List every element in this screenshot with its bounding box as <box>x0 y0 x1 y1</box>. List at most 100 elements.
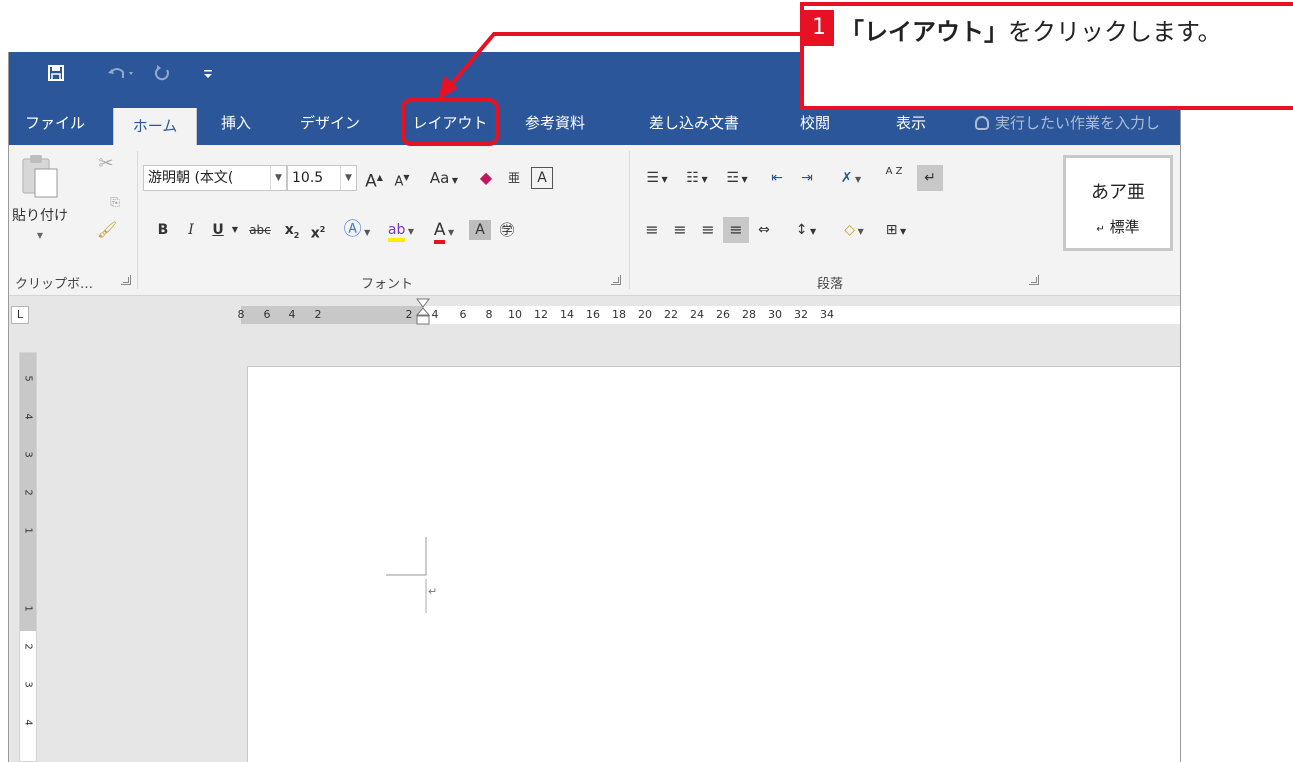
save-icon[interactable] <box>47 64 65 88</box>
redo-icon[interactable] <box>153 64 171 88</box>
ruler-number: 6 <box>263 308 271 321</box>
layout-tab-highlight <box>401 98 499 146</box>
vertical-ruler[interactable]: 5 4 3 2 1 1 2 3 4 <box>19 352 37 762</box>
show-marks-icon[interactable]: ↵ <box>917 165 943 191</box>
tab-references[interactable]: 参考資料 <box>503 102 607 145</box>
line-spacing-icon[interactable]: ↕ ▼ <box>787 217 825 243</box>
align-center-icon[interactable]: ≡ <box>667 217 693 243</box>
ruler-number: 28 <box>742 308 756 321</box>
document-area: ↵ <box>241 332 1180 762</box>
shrink-font-button[interactable]: A▼ <box>389 165 415 191</box>
character-shading-icon[interactable]: A <box>469 220 491 240</box>
subscript-button[interactable]: x2 <box>281 217 303 243</box>
style-name: ↵ 標準 <box>1096 218 1140 236</box>
phonetic-guide-icon[interactable]: 亜 <box>501 165 527 191</box>
ruler-number: 8 <box>485 308 493 321</box>
ruler-number: 26 <box>716 308 730 321</box>
customize-qat-icon[interactable] <box>201 64 215 88</box>
ruler-number: 32 <box>794 308 808 321</box>
enclose-characters-icon[interactable]: ㊫ <box>495 217 519 243</box>
clipboard-group: 貼り付け ▼ ✂ ⎘ 🖌 クリップボ… <box>9 145 135 296</box>
corner-crop-mark <box>386 537 427 613</box>
clipboard-launcher-icon[interactable] <box>121 275 131 285</box>
ruler-number: 10 <box>508 308 522 321</box>
copy-icon[interactable]: ⎘ <box>105 189 125 215</box>
align-right-icon[interactable]: ≡ <box>695 217 721 243</box>
font-group: 游明朝 (本文( ▼ 10.5 ▼ A▲ A▼ Aa ▼ ◆ 亜 A B I U ▼… <box>139 145 627 296</box>
paragraph-mark-icon: ↵ <box>428 585 438 598</box>
style-normal[interactable]: あア亜 ↵ 標準 <box>1063 155 1173 251</box>
format-painter-icon[interactable]: 🖌 <box>95 217 119 243</box>
ruler-number: 12 <box>534 308 548 321</box>
indent-marker-icon[interactable] <box>416 298 430 328</box>
underline-button[interactable]: U <box>207 217 229 243</box>
instruction-bold-text: 「レイアウト」 <box>840 18 1008 46</box>
clear-formatting-icon[interactable]: ◆ <box>473 165 499 191</box>
grow-font-button[interactable]: A▲ <box>361 165 387 192</box>
tab-insert[interactable]: 挿入 <box>207 102 265 145</box>
text-effects-icon[interactable]: Ⓐ ▼ <box>339 217 375 243</box>
bullets-icon[interactable]: ☰ ▼ <box>639 165 675 191</box>
shading-icon[interactable]: ◇ ▼ <box>835 217 873 243</box>
ruler-number: 18 <box>612 308 626 321</box>
document-page[interactable]: ↵ <box>247 366 1180 762</box>
ruler-number: 3 <box>22 681 34 688</box>
bold-button[interactable]: B <box>153 217 173 243</box>
superscript-button[interactable]: x2 <box>307 217 329 243</box>
undo-icon[interactable] <box>107 64 137 88</box>
paragraph-group-label: 段落 <box>817 277 844 292</box>
instruction-text: 「レイアウト」をクリックします。 <box>840 12 1290 52</box>
font-color-icon[interactable]: A ▼ <box>425 217 463 244</box>
paste-button[interactable]: 貼り付け ▼ <box>12 151 68 251</box>
paste-icon <box>22 155 58 198</box>
highlight-color-icon[interactable]: ab ▼ <box>381 217 421 243</box>
tab-design[interactable]: デザイン <box>275 102 385 145</box>
ruler-number: 30 <box>768 308 782 321</box>
horizontal-ruler[interactable]: 8 6 4 2 2 4 6 8 10 12 14 16 18 20 22 24 … <box>238 298 1180 325</box>
tab-file[interactable]: ファイル <box>9 102 101 145</box>
ruler-number: 4 <box>22 719 34 726</box>
underline-dropdown-icon[interactable]: ▼ <box>229 217 241 243</box>
sort-icon[interactable]: A Z <box>881 165 907 191</box>
decrease-indent-icon[interactable]: ⇤ <box>763 165 791 191</box>
distributed-icon[interactable]: ⇔ <box>751 217 777 243</box>
tab-home[interactable]: ホーム <box>113 108 197 145</box>
increase-indent-icon[interactable]: ⇥ <box>793 165 821 191</box>
borders-icon[interactable]: ⊞ ▼ <box>877 217 915 243</box>
ruler-number: 3 <box>22 451 34 458</box>
chevron-down-icon[interactable]: ▼ <box>340 166 356 190</box>
justify-icon[interactable]: ≡ <box>723 217 749 243</box>
font-size-value: 10.5 <box>292 170 324 186</box>
screenshot-stage: ファイル ホーム 挿入 デザイン レイアウト 参考資料 差し込み文書 校閲 表示… <box>0 0 1293 762</box>
multilevel-list-icon[interactable]: ☲ ▼ <box>719 165 755 191</box>
paste-dropdown-icon[interactable]: ▼ <box>33 223 47 249</box>
ruler-number: 24 <box>690 308 704 321</box>
cut-icon[interactable]: ✂ <box>93 151 119 177</box>
asian-layout-icon[interactable]: ✗ ▼ <box>831 165 871 191</box>
font-name-combo[interactable]: 游明朝 (本文( ▼ <box>143 165 287 191</box>
paragraph-launcher-icon[interactable] <box>1029 275 1039 285</box>
chevron-down-icon[interactable]: ▼ <box>270 166 286 190</box>
align-left-icon[interactable]: ≡ <box>639 217 665 243</box>
lightbulb-icon <box>975 116 989 130</box>
font-name-value: 游明朝 (本文( <box>148 170 234 186</box>
paragraph-group: ☰ ▼ ☷ ▼ ☲ ▼ ⇤ ⇥ ✗ ▼ A Z ↵ ≡ ≡ ≡ ≡ ⇔ ↕ ▼ … <box>631 145 1049 296</box>
ruler-number: 34 <box>820 308 834 321</box>
tab-selector[interactable]: L <box>11 306 29 324</box>
italic-button[interactable]: I <box>181 217 201 243</box>
tab-mailings[interactable]: 差し込み文書 <box>619 102 769 145</box>
group-divider <box>629 151 630 289</box>
style-sample-text: あア亜 <box>1091 182 1145 203</box>
tell-me-text: 実行したい作業を入力し <box>995 114 1161 132</box>
numbering-icon[interactable]: ☷ ▼ <box>679 165 715 191</box>
character-border-icon[interactable]: A <box>531 167 553 189</box>
change-case-button[interactable]: Aa ▼ <box>423 165 465 191</box>
font-launcher-icon[interactable] <box>611 275 621 285</box>
ruler-number: 1 <box>22 605 34 612</box>
clipboard-group-label: クリップボ… <box>15 277 94 292</box>
font-size-combo[interactable]: 10.5 ▼ <box>287 165 357 191</box>
strikethrough-button[interactable]: abc <box>243 217 277 243</box>
group-divider <box>137 151 138 289</box>
ruler-number: 14 <box>560 308 574 321</box>
ruler-number: 8 <box>237 308 245 321</box>
